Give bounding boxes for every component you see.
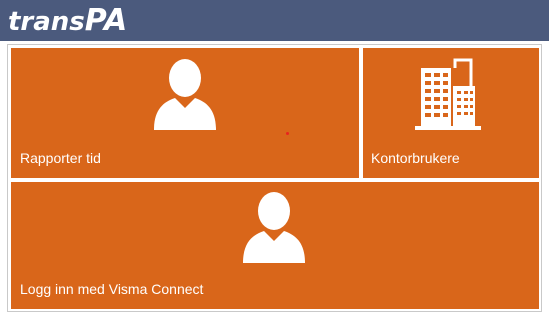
kontorbrukere-label: Kontorbrukere xyxy=(371,150,460,166)
rapporter-tid-tile[interactable]: Rapporter tid xyxy=(11,48,359,178)
app-logo[interactable]: transPA xyxy=(8,2,127,44)
visma-connect-login-label: Logg inn med Visma Connect xyxy=(20,281,204,297)
cursor-marker xyxy=(286,132,289,135)
person-icon xyxy=(243,192,305,263)
building-icon xyxy=(415,58,481,130)
rapporter-tid-label: Rapporter tid xyxy=(20,150,101,166)
tile-grid: Rapporter tid Kontorbrukere Logg inn med… xyxy=(7,44,542,312)
kontorbrukere-tile[interactable]: Kontorbrukere xyxy=(363,48,539,178)
logo-text-trans: trans xyxy=(8,7,85,37)
person-icon xyxy=(154,59,216,130)
app-header: transPA xyxy=(0,0,549,41)
logo-text-pa: PA xyxy=(84,3,128,38)
visma-connect-login-tile[interactable]: Logg inn med Visma Connect xyxy=(11,182,539,309)
